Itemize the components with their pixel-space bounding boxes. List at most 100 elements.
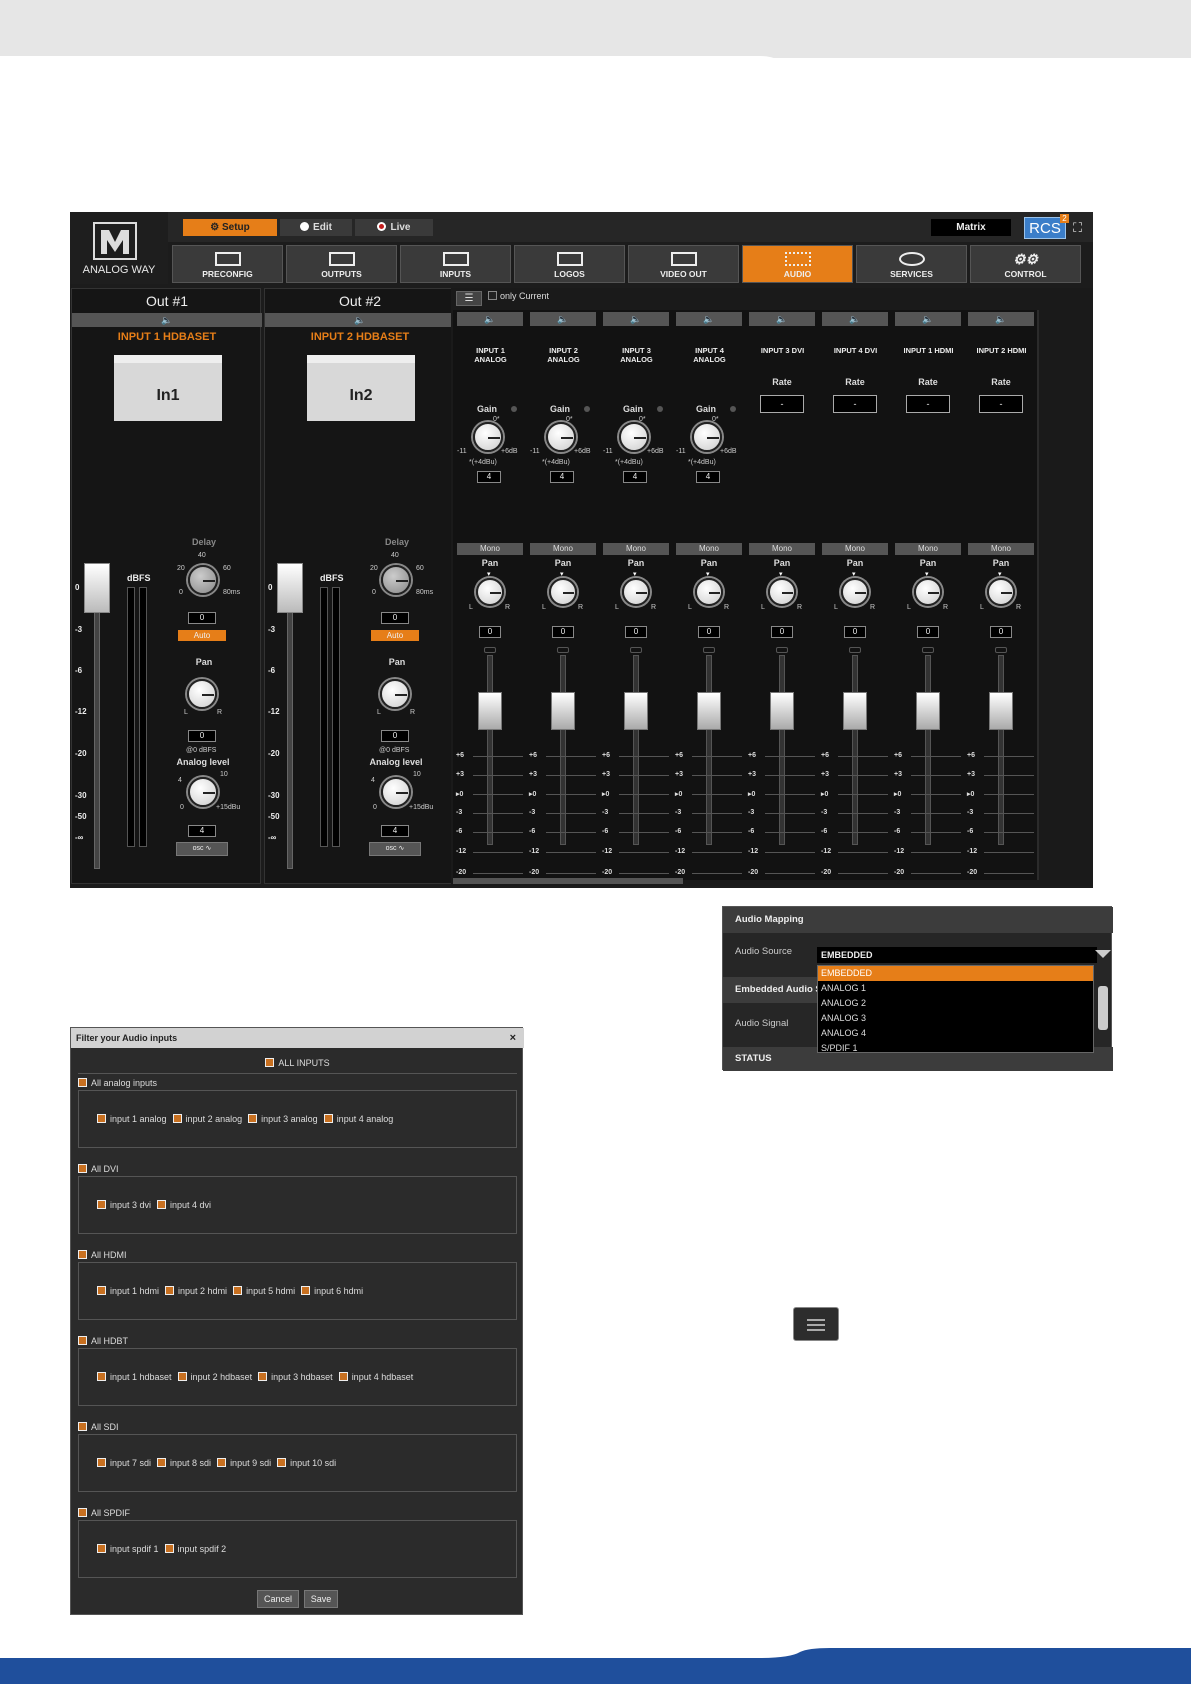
audio-source-dropdown[interactable]: EMBEDDED ANALOG 1 ANALOG 2 ANALOG 3 ANAL…: [817, 965, 1094, 1053]
pan-knob[interactable]: [987, 578, 1015, 606]
speaker-icon[interactable]: 🔈: [968, 312, 1034, 326]
tab-inputs[interactable]: INPUTS: [400, 245, 511, 283]
pan-value[interactable]: 0: [844, 626, 866, 638]
pan-knob[interactable]: [380, 679, 410, 709]
hamburger-menu-icon[interactable]: [793, 1307, 839, 1341]
channel-fader-knob[interactable]: [770, 692, 794, 730]
filter-item-checkbox[interactable]: input 1 analog: [97, 1114, 167, 1124]
mode-live-button[interactable]: Live: [355, 219, 433, 236]
channel-fader-track[interactable]: [487, 655, 493, 845]
channel-fader-track[interactable]: [852, 655, 858, 845]
pan-value[interactable]: 0: [552, 626, 574, 638]
mode-setup-button[interactable]: ⚙ Setup: [183, 219, 277, 236]
mono-button[interactable]: Mono: [603, 543, 669, 555]
pan-value[interactable]: 0: [188, 730, 216, 742]
mono-button[interactable]: Mono: [457, 543, 523, 555]
tab-outputs[interactable]: OUTPUTS: [286, 245, 397, 283]
speaker-icon[interactable]: 🔈: [603, 312, 669, 326]
filter-group-checkbox[interactable]: All HDMI: [78, 1250, 127, 1260]
auto-button[interactable]: Auto: [371, 630, 419, 641]
gain-value[interactable]: 4: [550, 471, 574, 483]
channel-fader-knob[interactable]: [697, 692, 721, 730]
mono-button[interactable]: Mono: [822, 543, 888, 555]
filter-item-checkbox[interactable]: input spdif 2: [164, 1544, 226, 1554]
channel-fader-track[interactable]: [560, 655, 566, 845]
pan-knob[interactable]: [187, 679, 217, 709]
channel-fader-track[interactable]: [779, 655, 785, 845]
filter-item-checkbox[interactable]: input 7 sdi: [97, 1458, 151, 1468]
output-thumbnail[interactable]: In1: [114, 355, 222, 421]
osc-button[interactable]: osc ∿: [176, 842, 228, 856]
filter-group-checkbox[interactable]: All SDI: [78, 1422, 119, 1432]
tab-audio[interactable]: AUDIO: [742, 245, 853, 283]
speaker-icon[interactable]: 🔈: [72, 313, 262, 327]
pan-value[interactable]: 0: [698, 626, 720, 638]
rate-value[interactable]: -: [760, 395, 804, 413]
pan-value[interactable]: 0: [381, 730, 409, 742]
horizontal-scrollbar[interactable]: [453, 878, 683, 884]
filter-group-checkbox[interactable]: All analog inputs: [78, 1078, 157, 1088]
tab-video-out[interactable]: VIDEO OUT: [628, 245, 739, 283]
channel-fader-track[interactable]: [925, 655, 931, 845]
speaker-icon[interactable]: 🔈: [822, 312, 888, 326]
delay-value[interactable]: 0: [188, 612, 216, 624]
filter-item-checkbox[interactable]: input 3 hdbaset: [258, 1372, 333, 1382]
channel-fader-track[interactable]: [998, 655, 1004, 845]
pan-value[interactable]: 0: [771, 626, 793, 638]
speaker-icon[interactable]: 🔈: [895, 312, 961, 326]
filter-item-checkbox[interactable]: input 6 hdmi: [301, 1286, 363, 1296]
pan-value[interactable]: 0: [990, 626, 1012, 638]
gain-value[interactable]: 4: [623, 471, 647, 483]
tab-preconfig[interactable]: PRECONFIG: [172, 245, 283, 283]
chevron-down-icon[interactable]: [1095, 950, 1111, 958]
filter-item-checkbox[interactable]: input 4 hdbaset: [338, 1372, 413, 1382]
gain-value[interactable]: 4: [696, 471, 720, 483]
filter-item-checkbox[interactable]: input 10 sdi: [277, 1458, 336, 1468]
pan-knob[interactable]: [549, 578, 577, 606]
dropdown-option[interactable]: ANALOG 2: [818, 996, 1093, 1011]
gain-knob[interactable]: [546, 422, 576, 452]
channel-fader-knob[interactable]: [624, 692, 648, 730]
filter-item-checkbox[interactable]: input 9 sdi: [217, 1458, 271, 1468]
pan-knob[interactable]: [841, 578, 869, 606]
auto-button[interactable]: Auto: [178, 630, 226, 641]
speaker-icon[interactable]: 🔈: [749, 312, 815, 326]
filter-item-checkbox[interactable]: input 3 analog: [248, 1114, 318, 1124]
output-fader-knob[interactable]: [84, 563, 110, 613]
filter-item-checkbox[interactable]: input 2 hdbaset: [177, 1372, 252, 1382]
dropdown-option[interactable]: S/PDIF 1: [818, 1041, 1093, 1056]
output-fader-knob[interactable]: [277, 563, 303, 613]
mono-button[interactable]: Mono: [749, 543, 815, 555]
pan-knob[interactable]: [476, 578, 504, 606]
mono-button[interactable]: Mono: [895, 543, 961, 555]
audio-source-select[interactable]: EMBEDDED: [817, 947, 1097, 963]
pan-value[interactable]: 0: [625, 626, 647, 638]
pan-knob[interactable]: [622, 578, 650, 606]
gain-knob[interactable]: [473, 422, 503, 452]
analog-level-knob[interactable]: [381, 777, 411, 807]
tab-logos[interactable]: LOGOS: [514, 245, 625, 283]
filter-item-checkbox[interactable]: input 3 dvi: [97, 1200, 151, 1210]
channel-fader-track[interactable]: [706, 655, 712, 845]
pan-knob[interactable]: [768, 578, 796, 606]
analog-level-value[interactable]: 4: [188, 825, 216, 837]
delay-knob[interactable]: [381, 565, 411, 595]
filter-item-checkbox[interactable]: input 1 hdmi: [97, 1286, 159, 1296]
rate-value[interactable]: -: [833, 395, 877, 413]
speaker-icon[interactable]: 🔈: [530, 312, 596, 326]
rate-value[interactable]: -: [906, 395, 950, 413]
output-fader-track[interactable]: [94, 589, 100, 869]
pan-value[interactable]: 0: [479, 626, 501, 638]
filter-group-checkbox[interactable]: All DVI: [78, 1164, 119, 1174]
filter-item-checkbox[interactable]: input 8 sdi: [157, 1458, 211, 1468]
output-fader-track[interactable]: [287, 589, 293, 869]
channel-fader-knob[interactable]: [916, 692, 940, 730]
filter-group-checkbox[interactable]: All HDBT: [78, 1336, 128, 1346]
mode-edit-button[interactable]: Edit: [280, 219, 352, 236]
filter-item-checkbox[interactable]: input 2 hdmi: [165, 1286, 227, 1296]
gain-knob[interactable]: [619, 422, 649, 452]
filter-item-checkbox[interactable]: input 4 dvi: [157, 1200, 211, 1210]
tab-services[interactable]: SERVICES: [856, 245, 967, 283]
dropdown-option[interactable]: ANALOG 4: [818, 1026, 1093, 1041]
dropdown-option[interactable]: EMBEDDED: [818, 966, 1093, 981]
